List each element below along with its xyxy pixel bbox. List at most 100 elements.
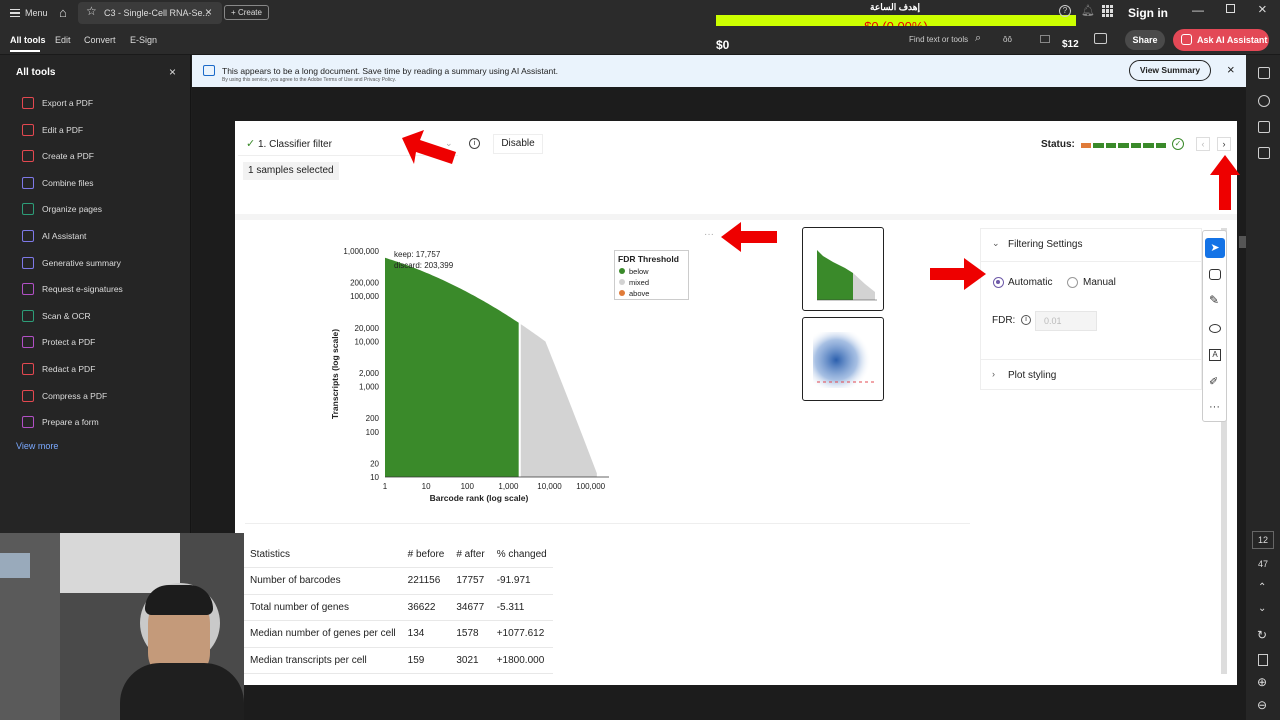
page-up-icon[interactable]: ⌃ (1258, 582, 1266, 593)
menu-all-tools[interactable]: All tools (10, 35, 46, 45)
table-header-cell: # after (450, 541, 491, 568)
comment-icon[interactable] (1209, 269, 1221, 280)
x-tick-label: 100,000 (576, 482, 605, 491)
sidebar-item[interactable]: Request e-signatures (20, 280, 190, 298)
divider (235, 214, 1237, 220)
banner-subtext: By using this service, you agree to the … (222, 77, 397, 83)
create-button[interactable]: + Create (224, 5, 269, 20)
table-header-row: Statistics # before # after% changed (244, 541, 553, 568)
pen-icon[interactable]: ✎ (1209, 293, 1219, 307)
sidebar-item-label: Protect a PDF (42, 337, 96, 348)
disable-button[interactable]: Disable (493, 134, 543, 154)
sidebar-item[interactable]: Prepare a form (20, 413, 190, 431)
page-down-icon[interactable]: ⌄ (1258, 603, 1266, 614)
select-tool-icon[interactable]: ➤ (1205, 238, 1225, 258)
text-box-icon[interactable]: A (1209, 349, 1221, 361)
fdr-input[interactable]: 0.01 (1035, 311, 1097, 331)
stamp-icon[interactable]: ✐ (1209, 375, 1218, 388)
y-tick-label: 2,000 (359, 369, 380, 378)
share-button[interactable]: Share (1125, 30, 1165, 50)
tool-icon (22, 389, 34, 402)
menu-convert[interactable]: Convert (84, 35, 116, 45)
bell-icon[interactable]: 🔔︎ (1081, 4, 1095, 17)
samples-selected[interactable]: 1 samples selected (243, 162, 339, 180)
page-total: 47 (1258, 559, 1269, 569)
tab-close-icon[interactable]: × (205, 5, 212, 19)
menu-esign[interactable]: E-Sign (130, 35, 157, 45)
thumbnail-barcode-rank[interactable] (802, 227, 884, 311)
more-options-icon[interactable]: ··· (704, 229, 714, 240)
home-icon[interactable]: ⌂ (59, 5, 67, 20)
bookmark-rail-icon[interactable] (1258, 121, 1270, 133)
sidebar-item[interactable]: AI Assistant (20, 227, 190, 245)
close-window-icon[interactable]: × (1258, 1, 1267, 18)
arabic-goal-text: إهدف الساعة (870, 2, 921, 12)
sign-in-button[interactable]: Sign in (1128, 6, 1168, 20)
zoom-out-icon[interactable]: ⊖ (1257, 698, 1267, 712)
view-summary-button[interactable]: View Summary (1129, 60, 1211, 81)
fit-page-icon[interactable] (1258, 654, 1268, 666)
menu-label[interactable]: Menu (25, 8, 48, 18)
sidebar-item[interactable]: Redact a PDF (20, 360, 190, 378)
zoom-in-icon[interactable]: ⊕ (1257, 675, 1267, 689)
more-tools-icon[interactable]: ··· (1209, 401, 1220, 413)
manual-label[interactable]: Manual (1083, 277, 1116, 288)
prev-icon[interactable]: ‹ (1196, 137, 1210, 151)
find-input[interactable]: Find text or tools (909, 35, 968, 44)
view-more-link[interactable]: View more (16, 441, 58, 451)
star-icon[interactable]: ☆ (86, 4, 97, 18)
automatic-label[interactable]: Automatic (1008, 277, 1052, 288)
money-right-value: $12 (1062, 39, 1079, 50)
rotate-icon[interactable]: ↻ (1257, 628, 1267, 642)
chevron-right-icon[interactable]: › (992, 369, 995, 379)
next-icon[interactable]: › (1217, 137, 1231, 151)
sidebar-item[interactable]: Export a PDF (20, 94, 190, 112)
page-number-input[interactable]: 12 (1252, 531, 1274, 549)
comment-rail-icon[interactable] (1258, 95, 1270, 107)
restore-icon[interactable] (1226, 4, 1235, 13)
doc-scrollbar-thumb[interactable] (1239, 236, 1246, 248)
sidebar-item[interactable]: Organize pages (20, 200, 190, 218)
table-cell: 36622 (401, 594, 451, 621)
info-icon[interactable]: i (469, 138, 480, 149)
sidebar-item[interactable]: Create a PDF (20, 147, 190, 165)
x-tick-label: 10 (422, 482, 431, 491)
sidebar-item[interactable]: Combine files (20, 174, 190, 192)
lasso-icon[interactable] (1209, 324, 1221, 333)
table-cell: Median number of genes per cell (244, 620, 402, 648)
read-aloud-icon[interactable]: ôô (1003, 35, 1012, 44)
thumbnail-density-plot[interactable] (802, 317, 884, 401)
table-header-cell: # before (401, 541, 451, 568)
sidebar-item[interactable]: Protect a PDF (20, 333, 190, 351)
filtering-settings-title[interactable]: Filtering Settings (1008, 239, 1082, 250)
document-tab[interactable]: ☆ C3 - Single-Cell RNA-Se... × (78, 2, 222, 24)
chevron-down-icon[interactable]: ⌄ (992, 238, 1000, 249)
view-icon[interactable] (1040, 35, 1050, 43)
pages-rail-icon[interactable] (1258, 147, 1270, 159)
ai-assistant-icon (1181, 34, 1192, 45)
search-icon[interactable]: ⌕ (975, 32, 981, 45)
filtering-settings-panel: ⌄ Filtering Settings Automatic Manual FD… (980, 228, 1203, 390)
manual-radio[interactable] (1067, 277, 1078, 288)
automatic-radio[interactable] (993, 277, 1004, 288)
edit-rail-icon[interactable] (1258, 67, 1270, 79)
ai-assistant-button[interactable]: Ask AI Assistant (1173, 29, 1269, 51)
sidebar-item[interactable]: Generative summary (20, 254, 190, 272)
x-tick-label: 100 (461, 482, 475, 491)
menu-edit[interactable]: Edit (55, 35, 71, 45)
hamburger-icon[interactable] (10, 9, 20, 17)
help-icon[interactable]: ? (1059, 5, 1071, 17)
chart-annotation: keep: 17,757 (394, 250, 441, 259)
minimize-icon[interactable]: — (1192, 3, 1204, 17)
plot-styling-title[interactable]: Plot styling (1008, 370, 1056, 381)
sidebar-item[interactable]: Scan & OCR (20, 307, 190, 325)
fdr-info-icon[interactable]: i (1021, 315, 1031, 325)
sidebar-item[interactable]: Edit a PDF (20, 121, 190, 139)
apps-grid-icon[interactable] (1102, 5, 1114, 17)
print-icon[interactable] (1094, 33, 1107, 44)
banner-close-icon[interactable]: × (1227, 62, 1235, 77)
sidebar-item[interactable]: Compress a PDF (20, 387, 190, 405)
status-progress (1081, 143, 1166, 148)
sidebar-close-icon[interactable]: × (169, 65, 176, 79)
tool-icon (22, 123, 34, 136)
